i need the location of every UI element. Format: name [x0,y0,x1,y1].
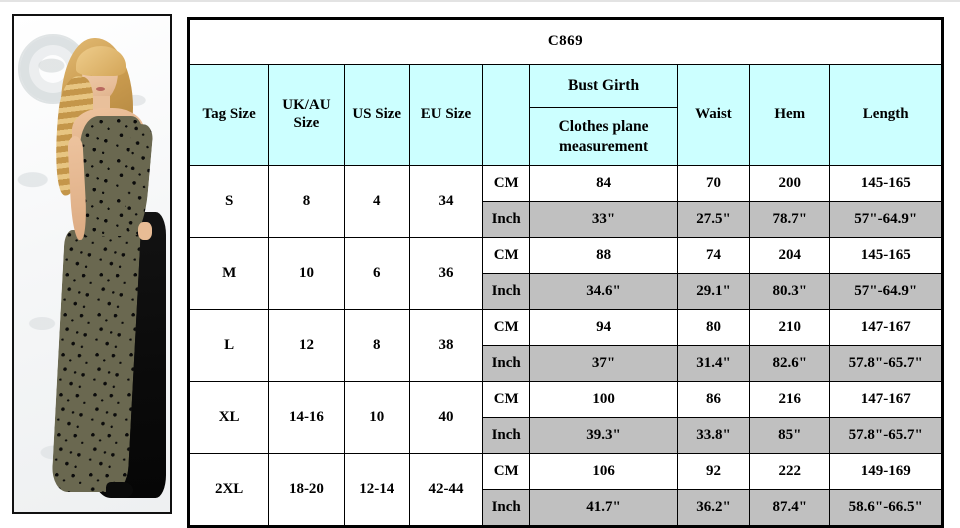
cell-bust-cm: 94 [529,309,678,346]
cell-hem-inch: 82.6" [749,345,831,382]
cell-length-inch: 57"-64.9" [829,273,943,310]
table-row: XL 14-16 10 40 CM 100 86 216 147-167 [187,381,943,454]
cell-us-size: 4 [343,165,410,238]
header-us-size: US Size [343,64,410,166]
cell-unit-inch: Inch [482,417,531,454]
cell-tag-size: L [187,309,270,382]
header-hem: Hem [749,64,831,166]
cell-uk-au-size: 14-16 [268,381,345,454]
cell-unit-cm: CM [482,237,531,274]
cell-tag-size: 2XL [187,453,270,527]
cell-uk-au-size: 18-20 [268,453,345,527]
cell-tag-size: XL [187,381,270,454]
header-waist: Waist [676,64,751,166]
header-row: Tag Size UK/AU Size US Size EU Size Bust… [187,64,943,166]
lips [96,87,105,91]
hand [138,222,152,240]
cell-bust-cm: 84 [529,165,678,202]
cell-unit-cm: CM [482,309,531,346]
cell-uk-au-size: 10 [268,237,345,310]
cell-unit-inch: Inch [482,273,531,310]
skirt-lace-panel [51,230,141,492]
table-row: S 8 4 34 CM 84 70 200 145-165 [187,165,943,238]
cell-bust-inch: 37" [529,345,678,382]
shoe [106,482,133,498]
cell-hem-cm: 222 [749,453,831,490]
cell-eu-size: 40 [408,381,484,454]
cell-tag-size: M [187,237,270,310]
cell-eu-size: 34 [408,165,484,238]
cell-length-cm: 149-169 [829,453,943,490]
cell-us-size: 12-14 [343,453,410,527]
title-row: C869 [188,18,943,65]
header-length: Length [829,64,943,166]
cell-hem-inch: 80.3" [749,273,831,310]
cell-unit-cm: CM [482,381,531,418]
cell-unit-cm: CM [482,165,531,202]
cell-eu-size: 36 [408,237,484,310]
cell-hem-inch: 85" [749,417,831,454]
table-row: 2XL 18-20 12-14 42-44 CM 106 92 222 149-… [187,453,943,527]
cell-bust-inch: 39.3" [529,417,678,454]
header-unit [482,64,531,166]
cell-length-inch: 57.8"-65.7" [829,345,943,382]
cell-waist-cm: 86 [676,381,751,418]
cell-us-size: 8 [343,309,410,382]
cell-us-size: 10 [343,381,410,454]
cell-unit-inch: Inch [482,201,531,238]
cell-hem-cm: 200 [749,165,831,202]
cell-waist-inch: 29.1" [676,273,751,310]
cell-bust-inch: 33" [529,201,678,238]
size-chart-table: C869 Tag Size UK/AU Size US Size EU Size… [187,17,944,528]
table-row: M 10 6 36 CM 88 74 204 145-165 [187,237,943,310]
cell-waist-cm: 92 [676,453,751,490]
table-row: L 12 8 38 CM 94 80 210 147-167 [187,309,943,382]
header-tag-size: Tag Size [187,64,270,166]
cell-waist-cm: 70 [676,165,751,202]
cell-length-cm: 147-167 [829,309,943,346]
cell-unit-cm: CM [482,453,531,490]
page-title: C869 [188,18,943,65]
model-illustration [14,16,170,512]
cell-bust-inch: 34.6" [529,273,678,310]
cell-waist-cm: 74 [676,237,751,274]
cell-length-cm: 145-165 [829,165,943,202]
cell-waist-inch: 36.2" [676,489,751,527]
cell-waist-cm: 80 [676,309,751,346]
cell-unit-inch: Inch [482,345,531,382]
cell-hem-cm: 216 [749,381,831,418]
hair-front [76,46,126,76]
product-photo [12,14,172,514]
top-divider [0,0,960,2]
cell-length-cm: 145-165 [829,237,943,274]
cell-length-cm: 147-167 [829,381,943,418]
cell-bust-cm: 106 [529,453,678,490]
cell-hem-cm: 204 [749,237,831,274]
cell-bust-inch: 41.7" [529,489,678,527]
cell-tag-size: S [187,165,270,238]
header-bust-girth-note: Clothes plane measurement [558,118,649,155]
cell-eu-size: 42-44 [408,453,484,527]
size-chart-page: C869 Tag Size UK/AU Size US Size EU Size… [0,0,960,528]
cell-bust-cm: 100 [529,381,678,418]
cell-uk-au-size: 8 [268,165,345,238]
cell-eu-size: 38 [408,309,484,382]
header-eu-size: EU Size [408,64,484,166]
cell-waist-inch: 33.8" [676,417,751,454]
cell-length-inch: 57.8"-65.7" [829,417,943,454]
cell-bust-cm: 88 [529,237,678,274]
cell-hem-cm: 210 [749,309,831,346]
cell-length-inch: 58.6"-66.5" [829,489,943,527]
cell-us-size: 6 [343,237,410,310]
cell-uk-au-size: 12 [268,309,345,382]
cell-hem-inch: 78.7" [749,201,831,238]
header-bust-girth: Bust Girth Clothes plane measurement [529,64,678,166]
cell-unit-inch: Inch [482,489,531,527]
cell-waist-inch: 27.5" [676,201,751,238]
cell-length-inch: 57"-64.9" [829,201,943,238]
header-uk-au-size: UK/AU Size [268,64,345,166]
cell-hem-inch: 87.4" [749,489,831,527]
cell-waist-inch: 31.4" [676,345,751,382]
header-bust-girth-label: Bust Girth [530,65,677,108]
